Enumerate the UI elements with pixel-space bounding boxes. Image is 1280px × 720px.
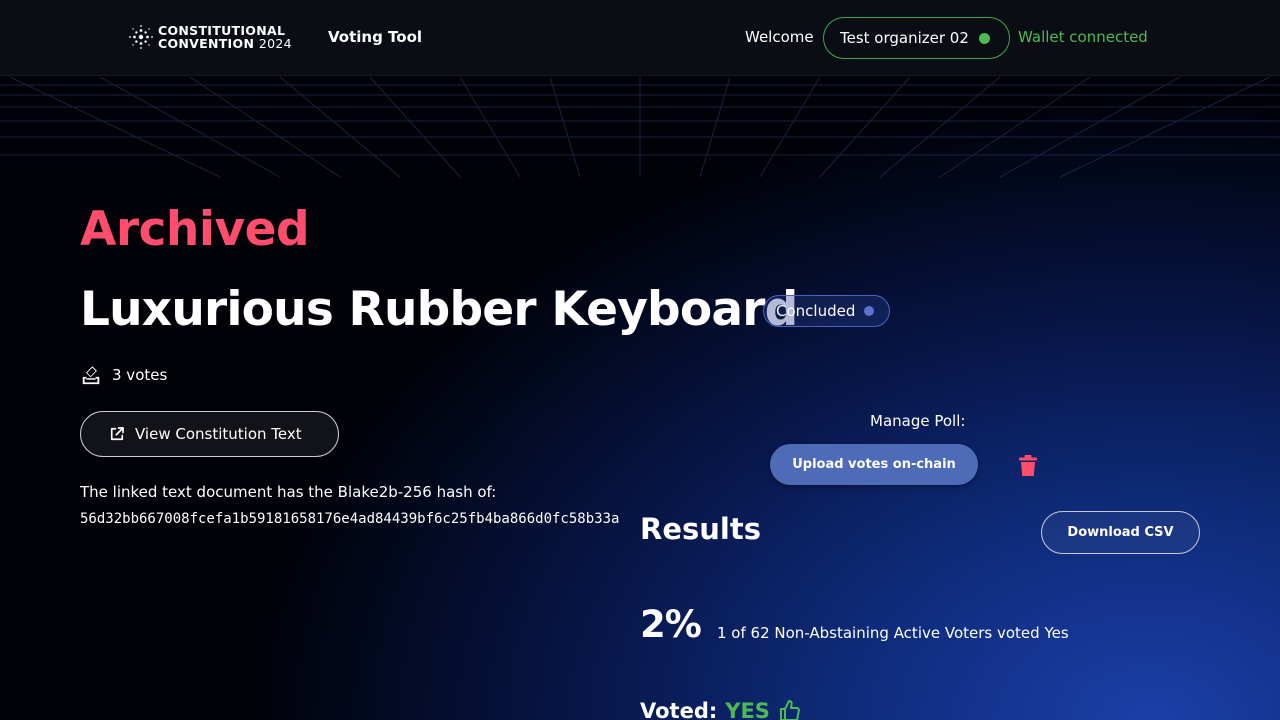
yes-percentage: 2% — [640, 603, 702, 646]
poll-title: Luxurious Rubber Keyboard — [80, 282, 798, 337]
hash-value: 56d32bb667008fcefa1b59181658176e4ad84439… — [80, 511, 620, 527]
user-account-button[interactable]: Test organizer 02 — [823, 17, 1010, 59]
votes-count-label: 3 votes — [112, 366, 168, 384]
status-dot — [864, 306, 875, 316]
view-constitution-label: View Constitution Text — [135, 425, 302, 443]
external-link-icon — [110, 427, 124, 441]
ballot-box-icon — [82, 366, 100, 385]
wallet-status: Wallet connected — [1018, 28, 1148, 46]
thumbs-up-icon — [779, 700, 800, 720]
top-header: CONSTITUTIONAL CONVENTION 2024 Voting To… — [0, 0, 1280, 76]
voted-label: Voted: — [640, 699, 718, 720]
manage-poll-label: Manage Poll: — [870, 412, 966, 430]
hash-label: The linked text document has the Blake2b… — [80, 483, 497, 501]
user-name: Test organizer 02 — [840, 29, 969, 47]
status-badge-label: Concluded — [776, 302, 856, 320]
logo-year: 2024 — [258, 36, 292, 51]
logo-icon — [129, 25, 153, 49]
connected-indicator — [978, 32, 990, 44]
voted-answer: YES — [725, 699, 770, 720]
result-description: 1 of 62 Non-Abstaining Active Voters vot… — [717, 624, 1069, 642]
archive-status-heading: Archived — [80, 202, 310, 257]
my-vote: Voted: YES — [640, 699, 802, 720]
upload-votes-button[interactable]: Upload votes on-chain — [770, 444, 978, 485]
logo-text: CONSTITUTIONAL CONVENTION 2024 — [158, 24, 292, 50]
nav-voting-tool[interactable]: Voting Tool — [328, 28, 422, 46]
view-constitution-button[interactable]: View Constitution Text — [80, 411, 339, 457]
logo-line2: CONVENTION — [158, 36, 255, 51]
welcome-label: Welcome — [745, 28, 814, 46]
download-csv-button[interactable]: Download CSV — [1041, 511, 1200, 554]
votes-count: 3 votes — [80, 364, 167, 386]
results-heading: Results — [640, 512, 761, 546]
logo[interactable]: CONSTITUTIONAL CONVENTION 2024 — [128, 24, 292, 50]
trash-icon[interactable] — [1019, 455, 1037, 476]
status-badge: Concluded — [763, 295, 890, 327]
background-grid — [0, 77, 1280, 177]
